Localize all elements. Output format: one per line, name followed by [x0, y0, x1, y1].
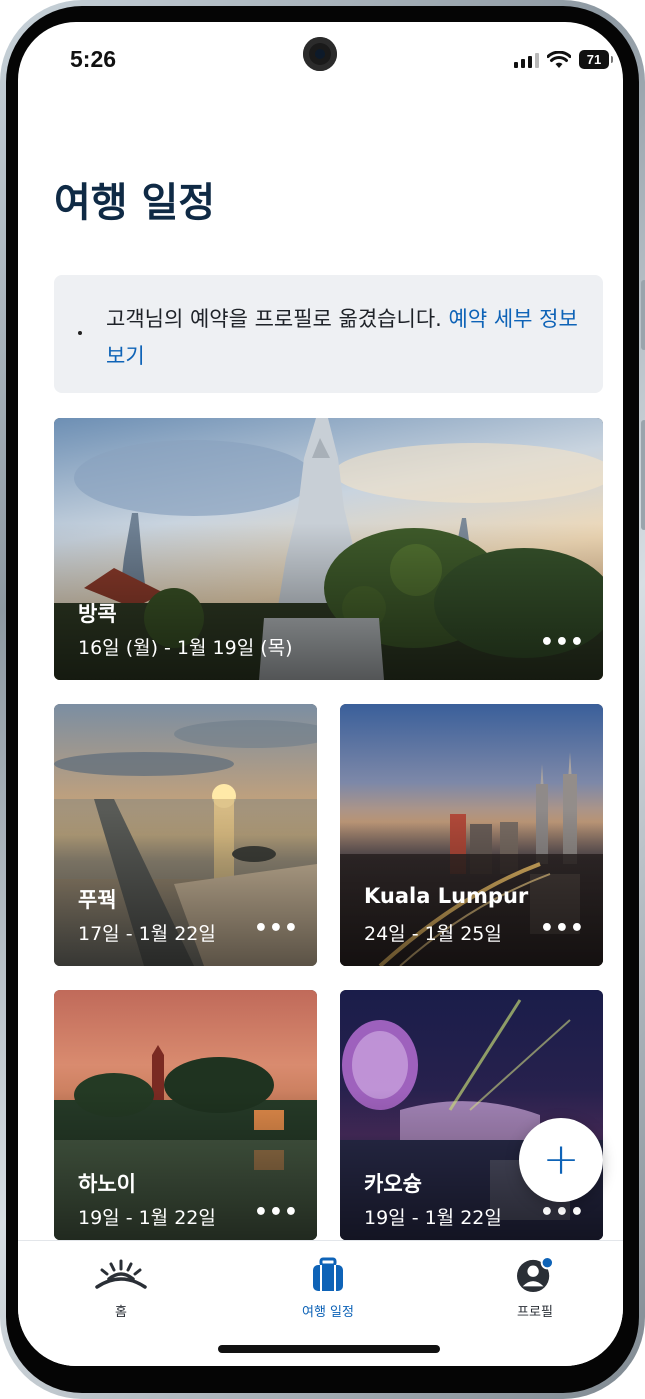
- nav-label: 여행 일정: [302, 1305, 354, 1320]
- plus-icon: +: [542, 1134, 580, 1185]
- trip-city: Kuala Lumpur: [364, 884, 529, 908]
- notice-banner: 고객님의 예약을 프로필로 옮겼습니다. 예약 세부 정보 보기: [54, 275, 603, 393]
- add-trip-button[interactable]: +: [519, 1118, 603, 1202]
- trip-city: 하노이: [78, 1172, 136, 1196]
- nav-label: 홈: [115, 1305, 127, 1320]
- trip-card-kualalumpur[interactable]: Kuala Lumpur 24일 - 1월 25일 •••: [340, 704, 603, 966]
- power-button: [641, 420, 645, 530]
- signal-icon: [514, 52, 539, 68]
- luggage-icon: [313, 1257, 343, 1291]
- trip-city: 푸꿕: [78, 888, 117, 912]
- trip-city: 방콕: [78, 602, 117, 626]
- trip-dates: 16일 (월) - 1월 19일 (목): [78, 637, 293, 659]
- screen: 5:26 71 여행 일정 고객님의 예약을 프로필로 옮겼습니다. 예약 세부…: [18, 22, 623, 1366]
- more-options-icon[interactable]: •••: [254, 918, 299, 940]
- more-options-icon[interactable]: •••: [540, 1202, 585, 1224]
- trip-card-phuquoc[interactable]: 푸꿕 17일 - 1월 22일 •••: [54, 704, 317, 966]
- trip-dates: 19일 - 1월 22일: [78, 1207, 216, 1229]
- page-title: 여행 일정: [54, 180, 216, 226]
- status-time: 5:26: [70, 46, 117, 72]
- phone-frame: 5:26 71 여행 일정 고객님의 예약을 프로필로 옮겼습니다. 예약 세부…: [0, 0, 645, 1399]
- front-camera: [303, 37, 337, 71]
- nav-item-home[interactable]: 홈: [61, 1257, 181, 1320]
- battery-indicator: 71: [579, 50, 613, 69]
- status-icons: 71: [514, 50, 613, 69]
- notice-message: 고객님의 예약을 프로필로 옮겼습니다.: [106, 307, 449, 331]
- trip-dates: 17일 - 1월 22일: [78, 923, 216, 945]
- notice-text: 고객님의 예약을 프로필로 옮겼습니다. 예약 세부 정보 보기: [106, 301, 586, 375]
- phone-bezel: 5:26 71 여행 일정 고객님의 예약을 프로필로 옮겼습니다. 예약 세부…: [6, 6, 639, 1393]
- trip-dates: 19일 - 1월 22일: [364, 1207, 502, 1229]
- trip-card-bangkok[interactable]: 방콕 16일 (월) - 1월 19일 (목) •••: [54, 418, 603, 680]
- wifi-icon: [547, 50, 571, 68]
- profile-icon: [517, 1257, 554, 1293]
- more-options-icon[interactable]: •••: [540, 632, 585, 654]
- nav-item-trips[interactable]: 여행 일정: [268, 1257, 388, 1320]
- more-options-icon[interactable]: •••: [540, 918, 585, 940]
- trip-card-hanoi[interactable]: 하노이 19일 - 1월 22일 •••: [54, 990, 317, 1240]
- volume-button: [641, 280, 645, 350]
- home-indicator[interactable]: [218, 1345, 440, 1353]
- nav-item-profile[interactable]: 프로필: [475, 1257, 595, 1320]
- nav-label: 프로필: [517, 1305, 553, 1320]
- more-options-icon[interactable]: •••: [254, 1202, 299, 1224]
- notice-bullet: [78, 331, 82, 335]
- trip-card-kaohsiung[interactable]: 카오슝 19일 - 1월 22일 •••: [340, 990, 603, 1240]
- trip-dates: 24일 - 1월 25일: [364, 923, 502, 945]
- trip-city: 카오슝: [364, 1172, 422, 1196]
- sunrise-icon: [95, 1259, 147, 1289]
- bottom-navigation: 홈 여행 일정 프로필: [18, 1240, 623, 1366]
